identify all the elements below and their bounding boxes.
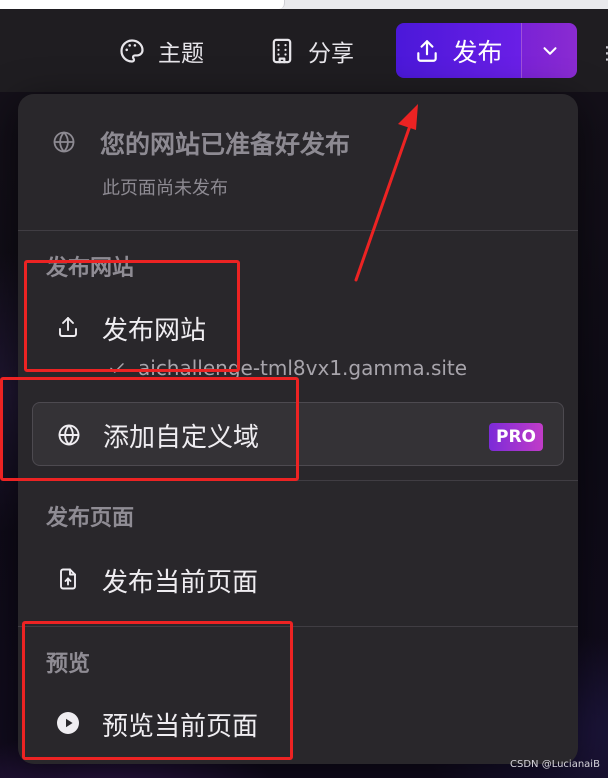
share-button[interactable]: 分享 — [268, 23, 354, 79]
menu-divider — [18, 480, 578, 481]
status-subtitle: 此页面尚未发布 — [102, 178, 228, 199]
publish-site-label: 发布网站 — [102, 316, 207, 346]
publish-label: 发布 — [452, 37, 503, 67]
menu-divider — [18, 626, 578, 627]
more-menu-icon[interactable]: ⋮ — [598, 43, 608, 65]
section-label-publish-page: 发布页面 — [46, 506, 135, 531]
share-label: 分享 — [308, 41, 354, 67]
building-icon — [272, 38, 292, 64]
publish-button[interactable]: 发布 — [396, 23, 521, 78]
globe-icon — [53, 131, 75, 153]
publish-current-page-label: 发布当前页面 — [102, 568, 259, 598]
publish-site-item[interactable]: 发布网站 — [32, 296, 564, 358]
check-icon — [110, 363, 124, 373]
section-label-publish-site: 发布网站 — [46, 256, 135, 281]
browser-tab[interactable] — [0, 0, 285, 9]
chevron-down-icon — [542, 46, 557, 55]
upload-icon — [59, 317, 77, 337]
site-url-text[interactable]: aichallenge-tml8vx1.gamma.site — [138, 356, 467, 380]
site-url: aichallenge-tml8vx1.gamma.site — [108, 356, 467, 380]
add-custom-domain-item[interactable]: 添加自定义域 PRO — [32, 402, 564, 466]
file-upload-icon — [60, 568, 76, 590]
top-toolbar: 主题 分享 发布 ⋮ — [0, 9, 608, 92]
watermark: CSDN @LucianaiB — [510, 759, 600, 770]
section-label-preview: 预览 — [46, 652, 91, 677]
publish-dropdown-menu: 您的网站已准备好发布 此页面尚未发布 发布网站 发布网站 aichallenge… — [18, 94, 578, 764]
browser-tab-strip — [0, 0, 608, 9]
publish-current-page-item[interactable]: 发布当前页面 — [32, 548, 564, 610]
upload-icon — [417, 39, 438, 62]
globe-icon — [58, 424, 80, 446]
app-page: 主题 分享 发布 ⋮ 您的网站已准备好发布 此页面尚未发布 发布网站 发布网站 … — [0, 0, 608, 778]
palette-icon — [120, 39, 144, 63]
pro-badge: PRO — [489, 423, 543, 451]
menu-divider — [18, 230, 578, 231]
publish-status: 您的网站已准备好发布 此页面尚未发布 — [18, 94, 578, 230]
theme-label: 主题 — [158, 41, 204, 67]
theme-button[interactable]: 主题 — [118, 23, 204, 79]
publish-dropdown-toggle[interactable] — [521, 23, 577, 78]
preview-current-page-label: 预览当前页面 — [102, 712, 259, 742]
status-title: 您的网站已准备好发布 — [100, 130, 351, 159]
play-icon — [57, 712, 79, 734]
preview-current-page-item[interactable]: 预览当前页面 — [32, 692, 564, 754]
add-custom-domain-label: 添加自定义域 — [103, 423, 260, 453]
